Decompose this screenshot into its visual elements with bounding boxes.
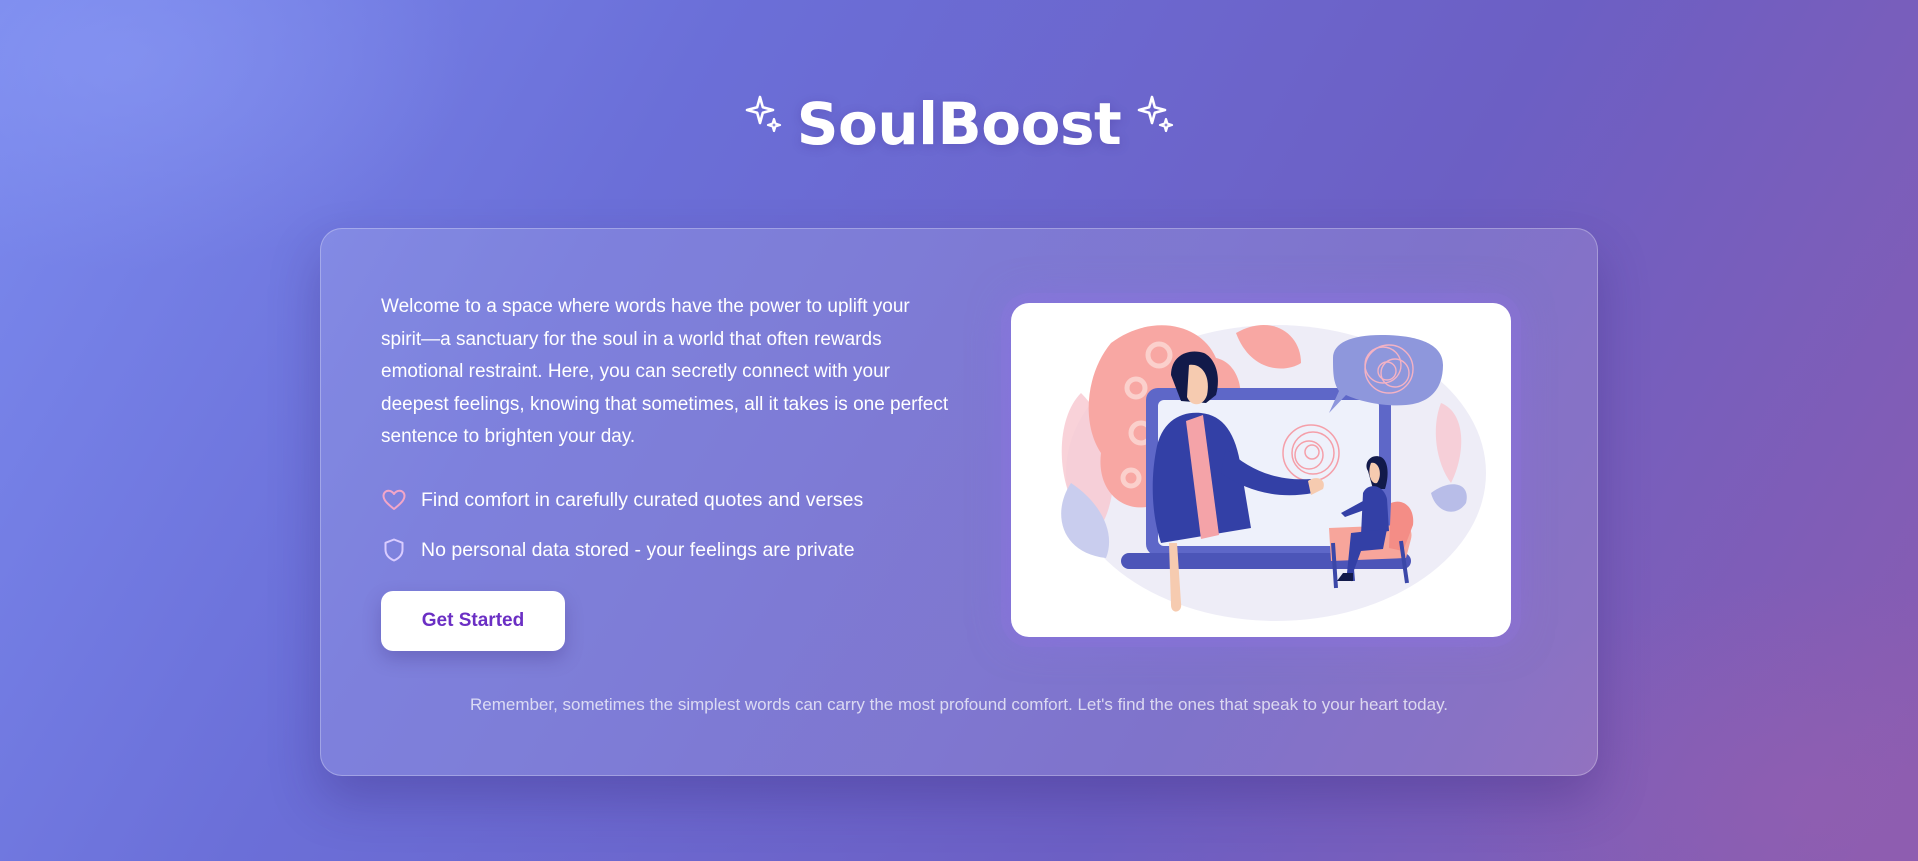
app-title: SoulBoost: [796, 90, 1122, 158]
therapy-session-illustration: [1061, 324, 1486, 621]
sparkle-icon: [745, 95, 781, 133]
shield-icon: [384, 538, 404, 562]
feature-item-privacy: No personal data stored - your feelings …: [381, 533, 981, 567]
footer-note: Remember, sometimes the simplest words c…: [469, 695, 1449, 714]
feature-label: No personal data stored - your feelings …: [421, 538, 855, 561]
feature-item-comfort: Find comfort in carefully curated quotes…: [381, 483, 981, 517]
app-header: SoulBoost: [0, 84, 1918, 164]
welcome-card: Welcome to a space where words have the …: [320, 228, 1598, 776]
hero-illustration: [1011, 303, 1511, 637]
intro-text: Welcome to a space where words have the …: [381, 296, 949, 447]
get-started-button[interactable]: Get Started: [381, 591, 565, 651]
feature-label: Find comfort in carefully curated quotes…: [421, 488, 864, 511]
feature-list: Find comfort in carefully curated quotes…: [381, 483, 981, 583]
sparkle-icon: [1137, 95, 1174, 133]
heart-icon: [382, 489, 406, 510]
